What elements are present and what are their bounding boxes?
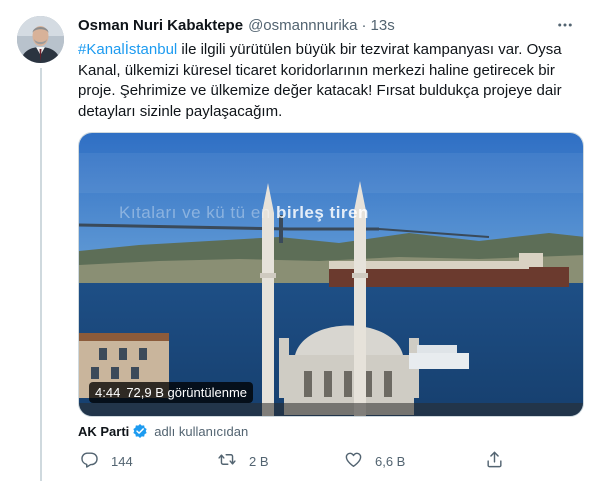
video-overlay-faint: Kıtaları ve kü tü en xyxy=(119,203,276,222)
tweet-time[interactable]: 13s xyxy=(371,17,395,34)
reply-count: 144 xyxy=(111,453,133,469)
action-bar: 144 2 B 6,6 B xyxy=(72,450,512,472)
reply-button[interactable]: 144 xyxy=(80,450,133,472)
header-separator: · xyxy=(361,16,367,34)
source-subtitle: adlı kullanıcıdan xyxy=(154,423,249,439)
more-horizontal-icon[interactable] xyxy=(554,14,576,36)
hashtag-link[interactable]: #Kanalİstanbul xyxy=(78,41,177,58)
video-thumbnail xyxy=(79,133,583,416)
like-button[interactable]: 6,6 B xyxy=(344,450,405,472)
share-button[interactable] xyxy=(485,450,504,472)
retweet-button[interactable]: 2 B xyxy=(217,450,269,472)
reply-icon xyxy=(80,450,99,472)
avatar-image xyxy=(17,16,64,63)
tweet-header: Osman Nuri Kabaktepe @osmannnurika · 13s xyxy=(78,14,578,36)
author-handle[interactable]: @osmannnurika xyxy=(248,17,357,34)
like-icon xyxy=(344,450,363,472)
video-duration: 4:44 xyxy=(95,385,121,400)
video-player[interactable]: Kıtaları ve kü tü en birleş tiren 4:44 7… xyxy=(78,132,584,417)
video-source: AK Parti adlı kullanıcıdan xyxy=(78,421,248,441)
source-name[interactable]: AK Parti xyxy=(78,424,129,439)
video-overlay-bold: birleş tiren xyxy=(275,203,369,222)
like-count: 6,6 B xyxy=(375,453,406,469)
video-views: 72,9 B görüntülenme xyxy=(126,385,248,400)
tweet-text: #Kanalİstanbul ile ilgili yürütülen büyü… xyxy=(78,40,588,122)
author-name[interactable]: Osman Nuri Kabaktepe xyxy=(78,17,243,34)
avatar[interactable] xyxy=(17,16,64,63)
retweet-icon xyxy=(217,450,237,472)
retweet-count: 2 B xyxy=(249,453,269,469)
tweet[interactable]: Osman Nuri Kabaktepe @osmannnurika · 13s… xyxy=(0,0,598,481)
share-icon xyxy=(485,450,504,472)
video-overlay-caption: Kıtaları ve kü tü en birleş tiren xyxy=(119,203,369,223)
verified-badge-icon xyxy=(132,423,148,439)
thread-line xyxy=(40,68,42,481)
video-info-badge: 4:44 72,9 B görüntülenme xyxy=(89,382,254,403)
